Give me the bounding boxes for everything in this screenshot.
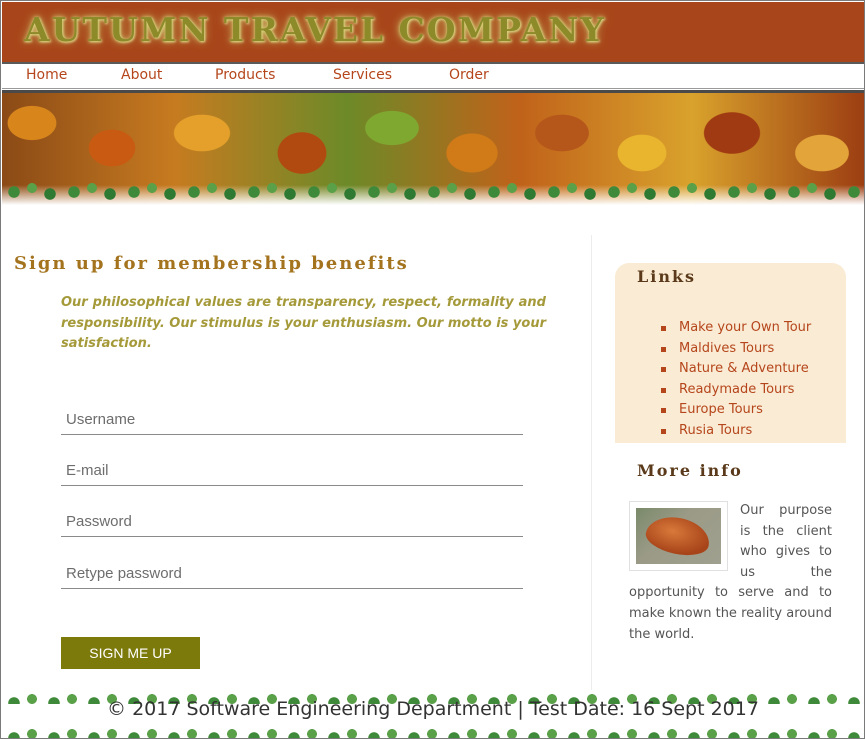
retype-password-field[interactable] bbox=[61, 559, 523, 589]
leaf-image bbox=[636, 508, 721, 564]
page-frame: AUTUMN TRAVEL COMPANY Home About Product… bbox=[0, 0, 865, 739]
footer-vine-bottom bbox=[2, 725, 864, 738]
password-field[interactable] bbox=[61, 507, 523, 537]
main-nav: Home About Products Services Order bbox=[2, 62, 864, 89]
link-make-your-own-tour[interactable]: Make your Own Tour bbox=[661, 320, 811, 341]
nav-services[interactable]: Services bbox=[333, 67, 392, 83]
site-logo[interactable]: AUTUMN TRAVEL COMPANY bbox=[24, 10, 606, 49]
nav-order[interactable]: Order bbox=[449, 67, 489, 83]
email-field[interactable] bbox=[61, 456, 523, 486]
link-maldives-tours[interactable]: Maldives Tours bbox=[661, 341, 811, 362]
footer-text: © 2017 Software Engineering Department |… bbox=[107, 698, 759, 720]
header: AUTUMN TRAVEL COMPANY bbox=[2, 2, 864, 62]
column-divider bbox=[591, 235, 592, 690]
more-info-box: Our purpose is the client who gives to u… bbox=[629, 501, 832, 645]
leaf-thumbnail bbox=[629, 501, 728, 571]
link-nature-adventure[interactable]: Nature & Adventure bbox=[661, 361, 811, 382]
nav-home[interactable]: Home bbox=[26, 67, 67, 83]
more-info-heading: More info bbox=[637, 461, 743, 480]
autumn-leaves-banner bbox=[2, 90, 864, 205]
links-heading: Links bbox=[637, 267, 697, 286]
username-field[interactable] bbox=[61, 405, 523, 435]
link-europe-tours[interactable]: Europe Tours bbox=[661, 402, 811, 423]
footer: © 2017 Software Engineering Department |… bbox=[2, 690, 864, 738]
nav-about[interactable]: About bbox=[121, 67, 162, 83]
link-readymade-tours[interactable]: Readymade Tours bbox=[661, 382, 811, 403]
links-panel: Links Make your Own Tour Maldives Tours … bbox=[615, 263, 846, 443]
vine-border bbox=[2, 179, 864, 205]
nav-products[interactable]: Products bbox=[215, 67, 275, 83]
intro-text: Our philosophical values are transparenc… bbox=[61, 295, 546, 351]
links-list: Make your Own Tour Maldives Tours Nature… bbox=[661, 320, 811, 444]
signup-heading: Sign up for membership benefits bbox=[14, 253, 409, 274]
sign-me-up-button[interactable]: SIGN ME UP bbox=[61, 637, 200, 669]
link-rusia-tours[interactable]: Rusia Tours bbox=[661, 423, 811, 444]
